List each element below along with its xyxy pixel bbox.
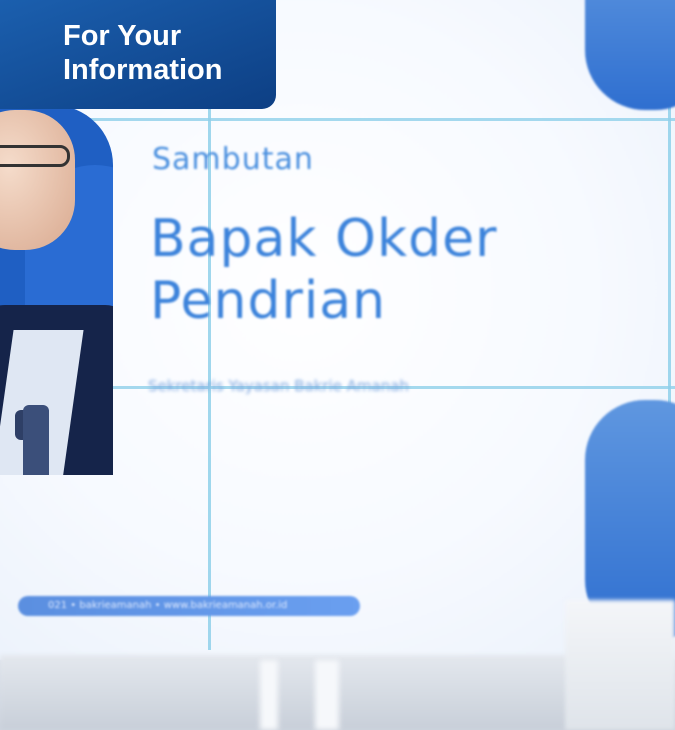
speaker-name-line1: Bapak Okder	[150, 209, 498, 269]
screen-seam	[0, 118, 675, 121]
stand-post	[315, 660, 339, 730]
info-bar-text: 021 • bakrieamanah • www.bakrieamanah.or…	[48, 600, 288, 611]
speaker-name: Bapak Okder Pendrian	[150, 208, 497, 332]
speaker-role: Sekretaris Yayasan Bakrie Amanah	[148, 377, 409, 395]
speaker-name-line2: Pendrian	[150, 271, 387, 331]
speaker-portrait	[0, 105, 113, 475]
badge-line-2: Information	[63, 54, 223, 86]
badge-line-1: For Your	[63, 20, 182, 52]
pillar	[565, 600, 675, 730]
info-badge: For Your Information	[0, 0, 276, 109]
event-photo: Sambutan Bapak Okder Pendrian Sekretaris…	[0, 0, 675, 730]
info-bar: 021 • bakrieamanah • www.bakrieamanah.or…	[18, 596, 360, 616]
screen-subtitle: Sambutan	[152, 142, 314, 177]
stand-post	[260, 660, 278, 730]
